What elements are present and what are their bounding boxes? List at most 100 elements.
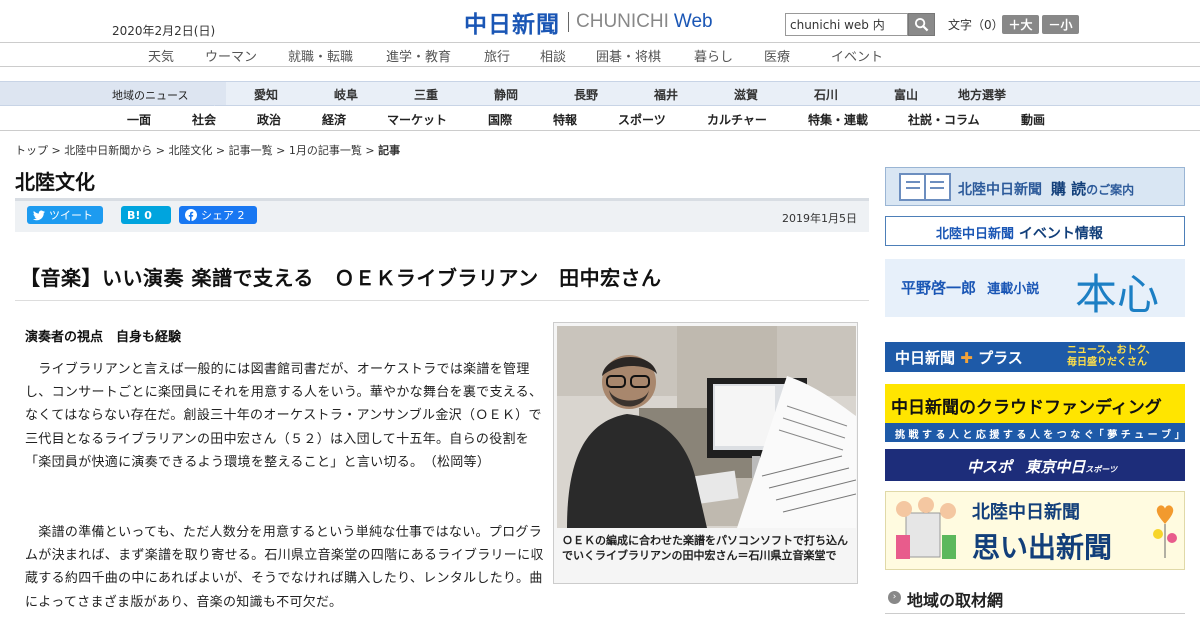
plus-tagline-2: 毎日盛りだくさん [1067, 357, 1147, 368]
search-icon [914, 17, 929, 32]
twitter-bird-icon [33, 210, 45, 220]
crowdfunding-title: 中日新聞のクラウドファンディング [891, 398, 1162, 418]
memory-title: 思い出新聞 [972, 531, 1113, 564]
section-item-society[interactable]: 社会 [192, 111, 216, 128]
site-logo[interactable]: 中日新聞 CHUNICHI Web [464, 9, 713, 38]
region-item-shiga[interactable]: 滋賀 [734, 86, 758, 103]
serial-novel-banner[interactable]: 平野啓一郎 連載小説 本心 [885, 259, 1185, 319]
nav-item-education[interactable]: 進学・教育 [386, 46, 451, 65]
subscribe-paper-name: 北陸中日新聞 [958, 182, 1042, 198]
headline-divider [15, 300, 869, 301]
subscribe-word: 購 読 [1050, 180, 1087, 198]
article-headline: 【音楽】いい演奏 楽譜で支える ＯＥＫライブラリアン 田中宏さん [20, 266, 662, 290]
nav-item-travel[interactable]: 旅行 [484, 46, 510, 65]
breadcrumb: トップ > 北陸中日新聞から > 北陸文化 > 記事一覧 > 1月の記事一覧 >… [15, 144, 401, 157]
share-bar: ツイート B! 0 シェア 2 2019年1月5日 [15, 198, 869, 232]
publish-date: 2019年1月5日 [782, 212, 857, 225]
article-subhead: 演奏者の視点 自身も経験 [25, 330, 182, 345]
nav-item-woman[interactable]: ウーマン [205, 46, 257, 65]
region-item-gifu[interactable]: 岐阜 [334, 86, 358, 103]
plus-paper-name: 中日新聞 [895, 349, 956, 367]
balloon-icon [1153, 505, 1177, 558]
nav-item-medical[interactable]: 医療 [764, 46, 790, 65]
events-paper-name: 北陸中日新聞 [936, 227, 1015, 242]
nav-item-jobs[interactable]: 就職・転職 [288, 46, 353, 65]
tokyo-chunichi-logo: 東京中日 [1025, 458, 1086, 476]
kids-illustration-icon [896, 497, 956, 559]
logo-english: CHUNICHI [576, 11, 669, 32]
nav-item-events[interactable]: イベント [831, 46, 883, 65]
subscribe-banner[interactable]: 北陸中日新聞 購 読のご案内 [885, 167, 1185, 206]
section-item-features[interactable]: 特集・連載 [808, 111, 868, 128]
crowdfunding-subtitle: 挑 戦 す る 人 と 応 援 す る 人 を つ な ぐ「 夢 チ ュ ー ブ… [895, 430, 1185, 441]
section-item-video[interactable]: 動画 [1021, 111, 1045, 128]
crowdfunding-banner[interactable]: 中日新聞のクラウドファンディング 挑 戦 す る 人 と 応 援 す る 人 を… [885, 384, 1185, 442]
plus-tagline-1: ニュース、おトク、 [1067, 345, 1156, 356]
article-paragraph: 楽譜の準備といっても、ただ人数分を用意するという単純な仕事ではない。プログラムが… [25, 525, 544, 610]
section-item-special-report[interactable]: 特報 [553, 111, 577, 128]
chunichi-plus-banner[interactable]: 中日新聞 ✚ プラス ニュース、おトク、 毎日盛りだくさん [885, 342, 1185, 372]
nav-item-consult[interactable]: 相談 [540, 46, 566, 65]
article-photo[interactable] [557, 326, 856, 528]
memory-paper-name: 北陸中日新聞 [972, 502, 1080, 523]
section-nav: 一面 社会 政治 経済 マーケット 国際 特報 スポーツ カルチャー 特集・連載… [0, 106, 1200, 131]
hatena-bookmark-button[interactable]: B! 0 [121, 206, 171, 224]
section-item-politics[interactable]: 政治 [257, 111, 281, 128]
newspaper-icon [899, 173, 951, 201]
chuspo-banner[interactable]: 中スポ 東京中日スポーツ [885, 449, 1185, 481]
region-links-header[interactable]: › 地域の取材網 [885, 582, 1185, 614]
region-item-toyama[interactable]: 富山 [894, 86, 918, 103]
facebook-share-button[interactable]: シェア 2 [179, 206, 257, 224]
breadcrumb-article-list[interactable]: 記事一覧 [229, 144, 273, 157]
nav-item-living[interactable]: 暮らし [694, 46, 733, 65]
article-paragraph: ライブラリアンと言えば一般的には図書館司書だが、オーケストラでは楽譜を管理し、コ… [25, 362, 543, 470]
breadcrumb-january-list[interactable]: 1月の記事一覧 [289, 144, 362, 157]
logo-japanese: 中日新聞 [464, 12, 560, 38]
novel-title: 本心 [1075, 270, 1160, 319]
chevron-right-icon: › [888, 591, 901, 604]
search-button[interactable] [908, 13, 935, 36]
hatena-label: B! 0 [127, 208, 152, 222]
region-item-aichi[interactable]: 愛知 [254, 86, 278, 103]
section-item-sports[interactable]: スポーツ [618, 111, 666, 128]
font-size-increase-button[interactable]: ＋大 [1002, 15, 1039, 34]
events-banner[interactable]: 北陸中日新聞 イベント情報 [885, 216, 1185, 246]
tweet-button[interactable]: ツイート [27, 206, 103, 224]
region-nav: 地域のニュース 愛知 岐阜 三重 静岡 長野 福井 滋賀 石川 富山 地方選挙 [0, 81, 1200, 106]
region-item-elections[interactable]: 地方選挙 [958, 86, 1006, 103]
logo-divider [568, 12, 569, 32]
font-size-decrease-button[interactable]: －小 [1042, 15, 1079, 34]
plus-label: プラス [978, 349, 1023, 367]
region-item-ishikawa[interactable]: 石川 [814, 86, 838, 103]
facebook-label: シェア 2 [201, 209, 245, 222]
section-item-economy[interactable]: 経済 [322, 111, 346, 128]
novel-kind: 連載小説 [987, 282, 1040, 297]
breadcrumb-culture[interactable]: 北陸文化 [168, 144, 212, 157]
photo-caption: ＯＥＫの編成に合わせた楽譜をパソコンソフトで打ち込んでいくライブラリアンの田中宏… [562, 534, 848, 562]
tweet-label: ツイート [49, 209, 93, 222]
breadcrumb-top[interactable]: トップ [15, 144, 48, 157]
section-item-front[interactable]: 一面 [127, 111, 151, 128]
search-input[interactable] [785, 13, 908, 36]
nav-item-weather[interactable]: 天気 [148, 46, 174, 65]
chuspo-logo: 中スポ [967, 458, 1013, 476]
region-item-shizuoka[interactable]: 静岡 [494, 86, 518, 103]
article-photo-figure: ＯＥＫの編成に合わせた楽譜をパソコンソフトで打ち込んでいくライブラリアンの田中宏… [553, 322, 858, 584]
top-nav: 天気 ウーマン 就職・転職 進学・教育 旅行 相談 囲碁・将棋 暮らし 医療 イ… [0, 42, 1200, 67]
region-nav-label: 地域のニュース [0, 82, 226, 105]
nav-item-go-shogi[interactable]: 囲碁・将棋 [596, 46, 661, 65]
region-links-title: 地域の取材網 [907, 591, 1004, 610]
region-item-nagano[interactable]: 長野 [574, 86, 598, 103]
region-item-mie[interactable]: 三重 [414, 86, 438, 103]
region-item-fukui[interactable]: 福井 [654, 86, 678, 103]
section-item-culture[interactable]: カルチャー [707, 111, 767, 128]
current-date: 2020年2月2日(日) [112, 24, 216, 38]
section-item-market[interactable]: マーケット [387, 111, 447, 128]
site-search [785, 13, 935, 36]
section-item-editorials[interactable]: 社説・コラム [908, 111, 980, 128]
breadcrumb-hokuriku[interactable]: 北陸中日新聞から [64, 144, 152, 157]
region-nav-label-text: 地域のニュース [112, 89, 189, 102]
memory-newspaper-banner[interactable]: 北陸中日新聞 思い出新聞 [885, 491, 1185, 570]
section-item-international[interactable]: 国際 [488, 111, 512, 128]
subscribe-tail: のご案内 [1086, 183, 1135, 197]
